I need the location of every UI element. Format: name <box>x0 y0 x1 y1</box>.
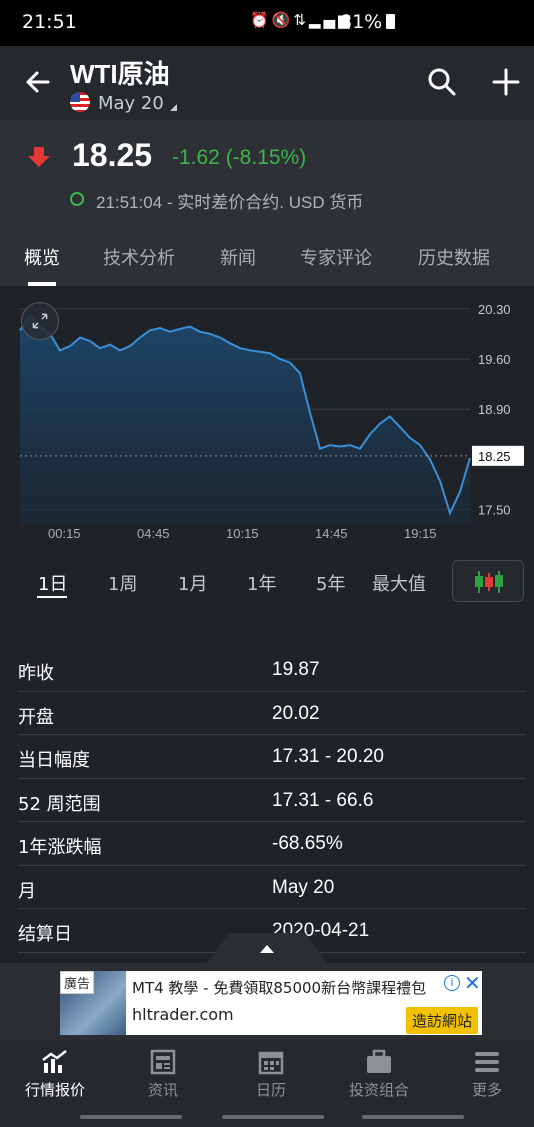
x-tick-label: 04:45 <box>137 526 170 541</box>
ad-tag: 廣告 <box>60 971 95 994</box>
table-row: 月 May 20 <box>18 866 526 909</box>
gesture-bar-left <box>80 1115 182 1119</box>
instrument-title: WTI原油 <box>70 59 170 89</box>
tab-analysis[interactable]: 专家评论 <box>300 244 372 270</box>
gesture-bar-right <box>362 1115 464 1119</box>
table-row: 昨收 19.87 <box>18 648 526 692</box>
nav-quotes[interactable]: 行情报价 <box>10 1049 100 1100</box>
stat-label: 52 周范围 <box>18 793 101 815</box>
battery-level: 81% <box>340 11 396 33</box>
contract-month: May 20 <box>98 93 164 114</box>
gesture-bar-center <box>222 1115 324 1119</box>
price-change: -1.62 (-8.15%) <box>172 146 307 169</box>
stat-value: 19.87 <box>272 659 320 680</box>
ad-headline: MT4 教學 - 免費領取85000新台幣課程禮包 <box>132 979 427 997</box>
nav-label: 投资组合 <box>348 1081 409 1099</box>
stat-label: 当日幅度 <box>18 750 90 771</box>
app-bar: WTI原油 May 20 <box>0 46 534 120</box>
down-arrow-icon <box>28 147 50 167</box>
status-icons: ⏰🔇⇅▂▄▆ <box>250 11 353 29</box>
nav-news[interactable]: 资讯 <box>118 1049 208 1100</box>
nav-portfolio[interactable]: 投资组合 <box>334 1049 424 1100</box>
stat-label: 结算日 <box>18 924 72 945</box>
y-tick-label: 20.30 <box>478 302 511 317</box>
nav-label: 更多 <box>471 1081 502 1099</box>
stat-value: 17.31 - 66.6 <box>272 789 374 811</box>
ad-box[interactable]: 廣告 MT4 教學 - 免費領取85000新台幣課程禮包 hltrader.co… <box>60 971 482 1035</box>
table-row: 开盘 20.02 <box>18 692 526 735</box>
stat-label: 月 <box>18 880 36 902</box>
x-tick-label: 19:15 <box>404 526 437 541</box>
y-tick-label: 18.90 <box>478 402 511 417</box>
add-to-watchlist-icon[interactable] <box>490 66 522 98</box>
stat-label: 昨收 <box>18 663 54 684</box>
active-tab-indicator <box>28 282 56 286</box>
chart-type-button[interactable] <box>452 560 524 602</box>
tab-news[interactable]: 新闻 <box>220 244 256 270</box>
table-row: 52 周范围 17.31 - 66.6 <box>18 779 526 822</box>
ad-banner[interactable]: 廣告 MT4 教學 - 免費領取85000新台幣課程禮包 hltrader.co… <box>0 963 534 1041</box>
stat-value: 17.31 - 20.20 <box>272 746 384 767</box>
ad-close-icon[interactable]: ✕ <box>464 971 481 995</box>
ad-info-icon[interactable]: i <box>444 975 460 991</box>
ad-domain: hltrader.com <box>132 1005 234 1024</box>
key-stats-table: 昨收 19.87 开盘 20.02 当日幅度 17.31 - 20.20 52 周范围… <box>18 648 526 953</box>
tab-overview[interactable]: 概览 <box>24 244 60 270</box>
x-tick-label: 10:15 <box>226 526 259 541</box>
candlestick-icon <box>475 571 503 593</box>
clock-icon <box>70 192 84 206</box>
expand-chart-icon[interactable] <box>21 302 59 340</box>
dropdown-icon <box>169 104 177 111</box>
stat-value: 20.02 <box>272 702 320 724</box>
calendar-icon <box>258 1051 284 1075</box>
y-tick-label: 19.60 <box>478 352 511 367</box>
quote-timestamp: 21:51:04 - 实时差价合约. USD 货币 <box>96 193 364 212</box>
newspaper-icon <box>150 1049 176 1075</box>
tab-historical[interactable]: 历史数据 <box>418 244 490 270</box>
range-5y[interactable]: 5年 <box>316 570 345 596</box>
time-range-selector: 1日 1周 1月 1年 5年 最大值 <box>0 556 534 606</box>
status-time: 21:51 <box>22 11 77 33</box>
contract-selector[interactable]: May 20 <box>70 92 177 114</box>
search-icon[interactable] <box>426 66 458 98</box>
table-row: 当日幅度 17.31 - 20.20 <box>18 735 526 779</box>
stat-label: 1年涨跌幅 <box>18 837 102 858</box>
battery-icon <box>386 14 396 29</box>
ad-cta-button[interactable]: 造訪網站 <box>406 1007 479 1034</box>
chart-svg: 20.30 19.60 18.90 17.50 18.25 00:15 04:45 10:15… <box>0 288 534 546</box>
x-tick-label: 00:15 <box>48 526 81 541</box>
quote-panel: 18.25 -1.62 (-8.15%) 21:51:04 - 实时差价合约. … <box>0 120 534 220</box>
range-max[interactable]: 最大值 <box>372 570 426 596</box>
y-tick-label: 17.50 <box>478 503 511 518</box>
menu-icon <box>475 1052 499 1072</box>
briefcase-icon <box>367 1049 391 1073</box>
price-chart[interactable]: 20.30 19.60 18.90 17.50 18.25 00:15 04:45 10:15… <box>0 288 534 546</box>
nav-more[interactable]: 更多 <box>442 1049 532 1100</box>
section-tabs: 概览 技术分析 新闻 专家评论 历史数据 <box>0 220 534 286</box>
nav-label: 日历 <box>255 1081 286 1099</box>
last-price-label: 18.25 <box>478 449 511 464</box>
x-tick-label: 14:45 <box>315 526 348 541</box>
nav-label: 资讯 <box>147 1081 178 1099</box>
quotes-chart-icon <box>42 1050 67 1073</box>
range-1m[interactable]: 1月 <box>178 570 207 596</box>
tab-technical[interactable]: 技术分析 <box>103 244 175 270</box>
stat-value: -68.65% <box>272 833 343 854</box>
nav-calendar[interactable]: 日历 <box>226 1049 316 1100</box>
status-bar: 21:51 ⏰🔇⇅▂▄▆ 81% <box>0 0 534 46</box>
range-1d[interactable]: 1日 <box>38 570 67 596</box>
stat-value: May 20 <box>272 876 335 898</box>
stat-label: 开盘 <box>18 706 54 728</box>
range-1y[interactable]: 1年 <box>247 570 276 596</box>
active-range-underline <box>37 596 67 598</box>
nav-label: 行情报价 <box>24 1081 85 1099</box>
battery-text: 81% <box>340 11 383 33</box>
back-arrow-icon[interactable] <box>22 66 54 98</box>
table-row: 1年涨跌幅 -68.65% <box>18 822 526 866</box>
last-price: 18.25 <box>72 137 153 173</box>
range-1w[interactable]: 1周 <box>108 570 137 596</box>
us-flag-icon <box>70 92 90 112</box>
